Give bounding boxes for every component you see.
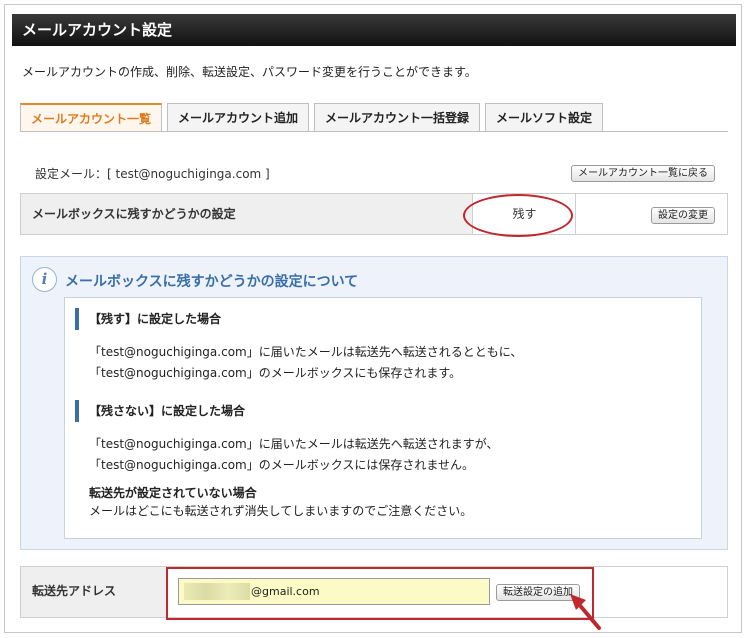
tab-divider [20,131,728,132]
back-to-list-button[interactable]: メールアカウント一覧に戻る [571,165,715,182]
info-content: 【残す】に設定した場合 「test@noguchiginga.com」に届いたメ… [64,297,702,539]
page-description: メールアカウントの作成、削除、転送設定、パスワード変更を行うことができます。 [22,65,477,79]
note-title: 転送先が設定されていない場合 [89,486,257,500]
info-icon: i [32,267,57,292]
info-panel: i メールボックスに残すかどうかの設定について 【残す】に設定した場合 「tes… [20,256,728,550]
section-heading-not-keep: 【残さない】に設定した場合 [75,400,245,422]
highlight-oval [463,194,573,237]
page-title: メールアカウント設定 [12,14,736,46]
section-text: 「test@noguchiginga.com」のメールボックスにも保存されます。 [89,366,462,380]
section-heading-keep: 【残す】に設定した場合 [75,308,221,330]
mailbox-setting-row: メールボックスに残すかどうかの設定 残す [20,193,728,235]
note-text: メールはどこにも転送されず消失してしまいますのでご注意ください。 [89,504,473,518]
section-text: 「test@noguchiginga.com」のメールボックスには保存されません… [89,458,475,472]
tab-bar: メールアカウント一覧 メールアカウント追加 メールアカウント一括登録 メールソフ… [20,103,608,132]
setting-mail-label: 設定メール：[ test@noguchiginga.com ] [35,167,270,181]
change-setting-button[interactable]: 設定の変更 [651,207,715,224]
tab-mail-software[interactable]: メールソフト設定 [485,103,604,132]
mailbox-setting-label: メールボックスに残すかどうかの設定 [21,194,473,234]
highlight-rect [166,567,594,620]
section-text: 「test@noguchiginga.com」に届いたメールは転送先へ転送される… [89,345,523,359]
tab-account-list[interactable]: メールアカウント一覧 [20,103,163,132]
tab-account-add[interactable]: メールアカウント追加 [167,103,310,132]
section-text: 「test@noguchiginga.com」に届いたメールは転送先へ転送されま… [89,437,499,451]
arrow-icon [570,594,601,630]
forward-address-label: 転送先アドレス [21,567,166,617]
tab-bulk-register[interactable]: メールアカウント一括登録 [314,103,481,132]
info-title: メールボックスに残すかどうかの設定について [65,274,359,290]
